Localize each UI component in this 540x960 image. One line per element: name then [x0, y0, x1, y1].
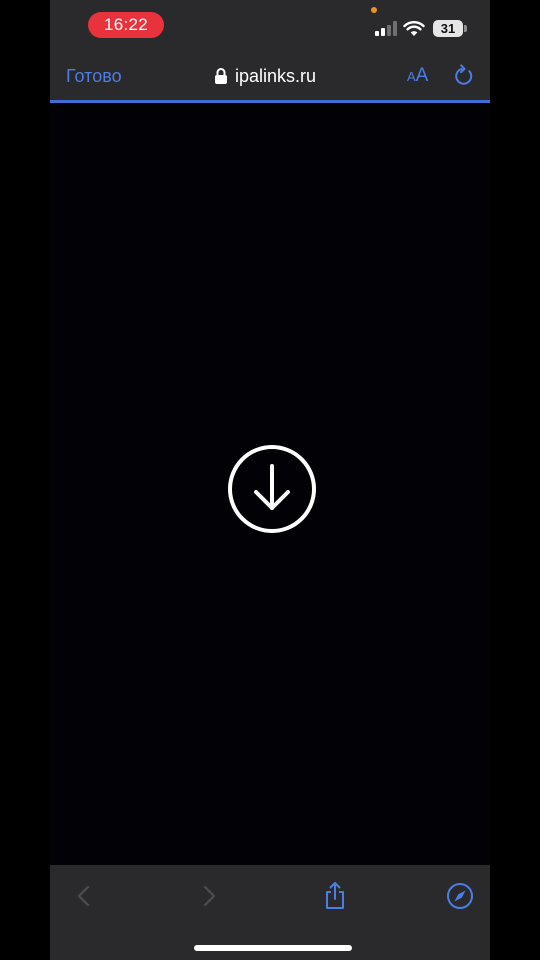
- forward-icon[interactable]: [195, 881, 223, 911]
- home-indicator[interactable]: [194, 945, 352, 951]
- back-icon[interactable]: [69, 881, 97, 911]
- address-bar[interactable]: ipalinks.ru: [214, 64, 316, 88]
- battery-level: 31: [433, 20, 463, 37]
- share-icon[interactable]: [321, 881, 349, 911]
- download-circle-icon[interactable]: [227, 444, 317, 534]
- reload-icon[interactable]: [452, 64, 476, 88]
- url-text: ipalinks.ru: [235, 66, 317, 86]
- load-progress-line: [50, 100, 490, 103]
- text-size-small-glyph: A: [407, 69, 416, 84]
- battery-tip: [464, 25, 467, 32]
- text-size-button[interactable]: AA: [407, 64, 428, 89]
- privacy-indicator-dot: [371, 7, 377, 13]
- compass-icon[interactable]: [446, 881, 474, 911]
- bottom-toolbar: [50, 865, 490, 960]
- lock-icon: [215, 68, 227, 84]
- top-chrome: 16:22 31 Готово ipalinks.ru AA: [50, 0, 490, 100]
- browser-screen: 16:22 31 Готово ipalinks.ru AA: [50, 0, 490, 960]
- done-button[interactable]: Готово: [66, 64, 122, 88]
- wifi-icon: [403, 21, 425, 36]
- text-size-large-glyph: A: [415, 65, 429, 86]
- status-time[interactable]: 16:22: [88, 12, 164, 38]
- cellular-signal-icon: [375, 21, 397, 36]
